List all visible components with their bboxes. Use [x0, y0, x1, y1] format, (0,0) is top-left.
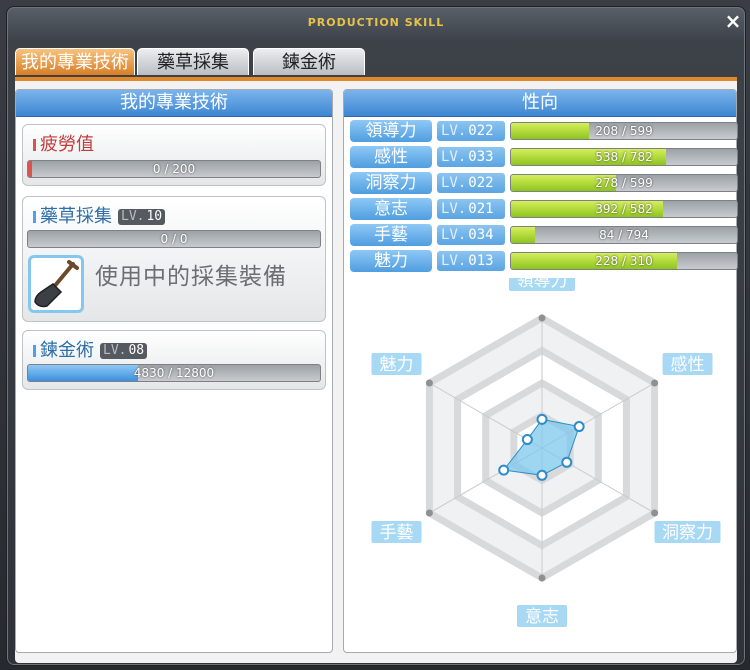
stat-lv-value: 022 — [468, 123, 494, 139]
stat-bar-value: 392 / 582 — [595, 202, 653, 216]
my-skills-header: 我的專業技術 — [16, 90, 332, 117]
alchemy-level: 08 — [128, 343, 145, 358]
radar-axis-label: 洞察力 — [662, 523, 713, 543]
stat-name: 領導力 — [350, 120, 432, 142]
herb-title-text: 藥草採集 — [40, 206, 112, 227]
alchemy-exp-value: 4830 / 12800 — [133, 366, 215, 380]
production-skill-window: PRODUCTION SKILL × 我的專業技術 藥草採集 鍊金術 我的專業技… — [6, 6, 746, 666]
herb-lv-prefix: LV. — [121, 209, 145, 224]
stat-name: 感性 — [350, 146, 432, 168]
radar-data-point — [536, 413, 548, 425]
stat-name: 手藝 — [350, 224, 432, 246]
fatigue-bar: 0 / 200 — [27, 160, 321, 178]
equip-label: 使用中的採集裝備 — [95, 264, 287, 290]
stat-lv-prefix: LV. — [441, 201, 467, 217]
herb-marker — [33, 211, 36, 223]
radar-data-point — [536, 469, 548, 481]
content-area: 我的專業技術 疲勞值 0 / 200 藥草採集 LV. 10 0 / 0 使用中… — [15, 81, 738, 663]
stat-lv-prefix: LV. — [441, 253, 467, 269]
stat-level: LV. 033 — [437, 147, 505, 167]
alchemy-exp-bar: 4830 / 12800 — [27, 364, 321, 382]
herb-exp-bar: 0 / 0 — [27, 230, 321, 248]
radar-svg: 領導力感性洞察力意志 手藝 魅力 — [371, 269, 721, 627]
alchemy-title: 鍊金術 LV. 08 — [33, 336, 148, 362]
tab-strip: 我的專業技術 藥草採集 鍊金術 — [15, 45, 737, 79]
aptitude-header: 性向 — [344, 90, 736, 117]
fatigue-value: 0 / 200 — [152, 162, 196, 176]
herb-title: 藥草採集 LV. 10 — [33, 202, 166, 228]
radar-axis-end — [425, 379, 433, 387]
fatigue-card: 疲勞值 0 / 200 — [22, 124, 326, 186]
radar-axis-label: 感性 — [670, 355, 704, 375]
radar-data-point — [498, 464, 510, 476]
stat-level: LV. 034 — [437, 225, 505, 245]
stat-name: 意志 — [350, 198, 432, 220]
fatigue-marker — [33, 139, 36, 151]
radar-data-point — [521, 434, 533, 446]
stat-lv-prefix: LV. — [441, 175, 467, 191]
herb-level: 10 — [146, 209, 163, 224]
stat-bar: 84 / 794 — [510, 226, 738, 244]
stat-bar-value: 538 / 782 — [595, 150, 653, 164]
stat-bar: 278 / 599 — [510, 174, 738, 192]
shovel-icon — [34, 260, 79, 308]
stat-bar: 392 / 582 — [510, 200, 738, 218]
alchemy-lv-prefix: LV. — [103, 343, 127, 358]
radar-axis-label: 魅力 — [380, 355, 414, 375]
window-title: PRODUCTION SKILL — [307, 16, 445, 29]
radar-axis-end — [425, 509, 433, 517]
equip-slot[interactable] — [28, 255, 84, 313]
stat-bar: 228 / 310 — [510, 252, 738, 270]
stat-bar-value: 208 / 599 — [595, 124, 653, 138]
stat-bar: 208 / 599 — [510, 122, 738, 140]
tab-my-skills[interactable]: 我的專業技術 — [15, 48, 135, 75]
stat-level: LV. 022 — [437, 173, 505, 193]
stat-lv-prefix: LV. — [441, 149, 467, 165]
alchemy-title-text: 鍊金術 — [40, 340, 94, 361]
tab-alchemy[interactable]: 鍊金術 — [253, 48, 365, 75]
stat-lv-value: 013 — [468, 253, 494, 269]
stat-lv-prefix: LV. — [441, 123, 467, 139]
tab-herb-gathering[interactable]: 藥草採集 — [137, 48, 249, 75]
radar-axis-label: 意志 — [525, 607, 559, 627]
radar-axis-label: 手藝 — [380, 523, 414, 543]
herb-exp-value: 0 / 0 — [160, 232, 188, 246]
radar-chart: 領導力感性洞察力意志 手藝 魅力 — [344, 269, 734, 654]
radar-axis-end — [651, 379, 659, 387]
stat-lv-prefix: LV. — [441, 227, 467, 243]
my-skills-panel: 我的專業技術 疲勞值 0 / 200 藥草採集 LV. 10 0 / 0 使用中… — [15, 89, 333, 653]
close-button[interactable]: × — [722, 9, 744, 33]
stat-lv-value: 033 — [468, 149, 494, 165]
stat-level: LV. 021 — [437, 199, 505, 219]
stat-bar-value: 278 / 599 — [595, 176, 653, 190]
stat-level: LV. 013 — [437, 251, 505, 271]
radar-axis-label: 領導力 — [517, 278, 568, 291]
alchemy-marker — [33, 345, 36, 357]
fatigue-title: 疲勞值 — [33, 130, 94, 156]
stat-lv-value: 021 — [468, 201, 494, 217]
radar-axis-end — [651, 509, 659, 517]
stat-lv-value: 022 — [468, 175, 494, 191]
herb-gathering-card[interactable]: 藥草採集 LV. 10 0 / 0 使用中的採集裝備 — [22, 196, 326, 322]
stat-name: 魅力 — [350, 250, 432, 272]
radar-axis-end — [538, 314, 546, 322]
radar-data-point — [561, 456, 573, 468]
stat-level: LV. 022 — [437, 121, 505, 141]
radar-axis-end — [538, 574, 546, 582]
stat-bar-value: 228 / 310 — [595, 254, 653, 268]
alchemy-level-badge: LV. 08 — [100, 343, 148, 359]
fatigue-title-text: 疲勞值 — [40, 134, 94, 155]
stat-bar-value: 84 / 794 — [599, 228, 649, 242]
stat-bar: 538 / 782 — [510, 148, 738, 166]
stat-lv-value: 034 — [468, 227, 494, 243]
radar-data-point — [573, 421, 585, 433]
alchemy-card[interactable]: 鍊金術 LV. 08 4830 / 12800 — [22, 330, 326, 390]
stat-name: 洞察力 — [350, 172, 432, 194]
herb-level-badge: LV. 10 — [118, 209, 166, 225]
aptitude-panel: 性向 領導力 LV. 022 208 / 599 感性 LV. 033 538 / 782 洞察… — [343, 89, 738, 654]
